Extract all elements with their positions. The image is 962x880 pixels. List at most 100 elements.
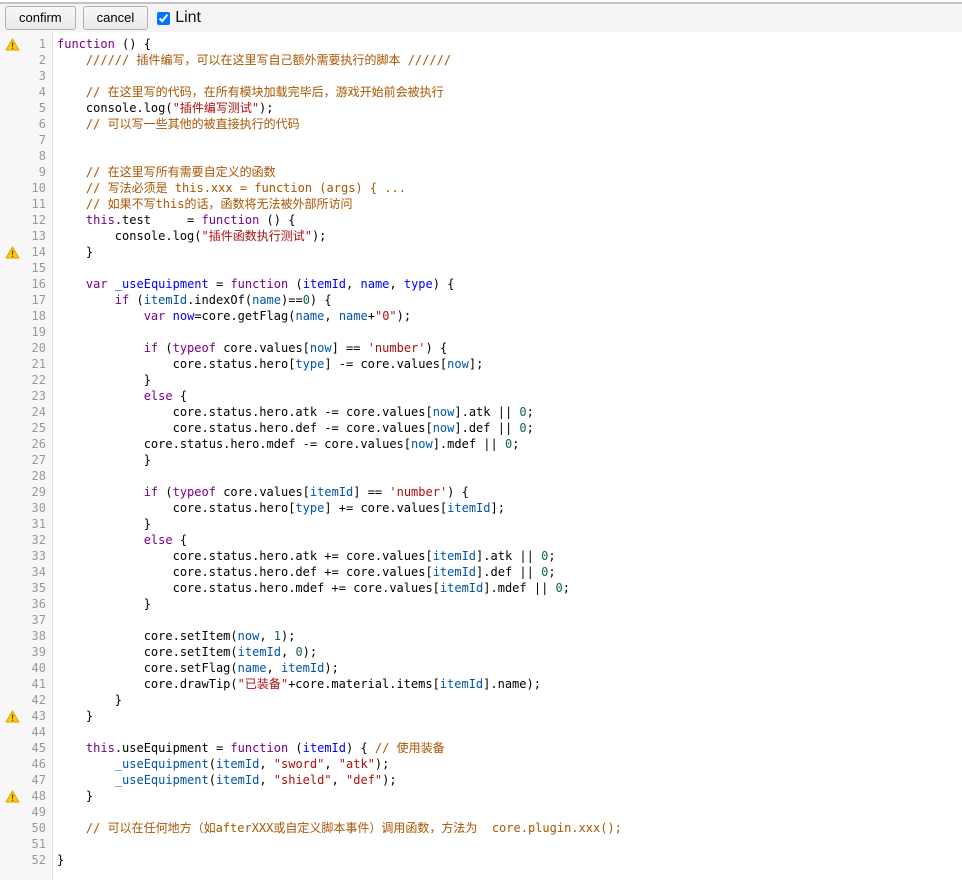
- code-line[interactable]: 37: [0, 612, 962, 628]
- code-line[interactable]: 31 }: [0, 516, 962, 532]
- code-line-text: }: [54, 516, 151, 532]
- warning-triangle-icon: !: [5, 790, 20, 803]
- line-number: 9: [22, 164, 54, 180]
- gutter-cell: !1: [0, 36, 54, 52]
- code-line[interactable]: 39 core.setItem(itemId, 0);: [0, 644, 962, 660]
- cancel-button[interactable]: cancel: [83, 6, 149, 30]
- code-line-text: var now=core.getFlag(name, name+"0");: [54, 308, 411, 324]
- code-line[interactable]: 34 core.status.hero.def += core.values[i…: [0, 564, 962, 580]
- code-line[interactable]: 19: [0, 324, 962, 340]
- code-line[interactable]: 10 // 写法必须是 this.xxx = function (args) {…: [0, 180, 962, 196]
- code-line-text: _useEquipment(itemId, "shield", "def");: [54, 772, 397, 788]
- code-line[interactable]: 26 core.status.hero.mdef -= core.values[…: [0, 436, 962, 452]
- svg-text:!: !: [11, 713, 14, 723]
- gutter-cell: 21: [0, 356, 54, 372]
- code-line-text: function () {: [54, 36, 151, 52]
- code-line[interactable]: 16 var _useEquipment = function (itemId,…: [0, 276, 962, 292]
- code-line[interactable]: 41 core.drawTip("已装备"+core.material.item…: [0, 676, 962, 692]
- line-number: 21: [22, 356, 54, 372]
- code-line[interactable]: 33 core.status.hero.atk += core.values[i…: [0, 548, 962, 564]
- gutter-cell: 39: [0, 644, 54, 660]
- gutter-cell: 17: [0, 292, 54, 308]
- line-number: 32: [22, 532, 54, 548]
- code-line[interactable]: 6 // 可以写一些其他的被直接执行的代码: [0, 116, 962, 132]
- code-line[interactable]: 46 _useEquipment(itemId, "sword", "atk")…: [0, 756, 962, 772]
- line-number: 2: [22, 52, 54, 68]
- gutter-cell: 13: [0, 228, 54, 244]
- code-line[interactable]: 4 // 在这里写的代码，在所有模块加载完毕后，游戏开始前会被执行: [0, 84, 962, 100]
- code-line[interactable]: 20 if (typeof core.values[now] == 'numbe…: [0, 340, 962, 356]
- code-line[interactable]: 8: [0, 148, 962, 164]
- code-line-text: var _useEquipment = function (itemId, na…: [54, 276, 454, 292]
- code-line[interactable]: 40 core.setFlag(name, itemId);: [0, 660, 962, 676]
- line-number: 47: [22, 772, 54, 788]
- code-line[interactable]: 29 if (typeof core.values[itemId] == 'nu…: [0, 484, 962, 500]
- code-line[interactable]: 45 this.useEquipment = function (itemId)…: [0, 740, 962, 756]
- code-line[interactable]: 15: [0, 260, 962, 276]
- code-line-text: }: [54, 596, 151, 612]
- gutter-cell: 33: [0, 548, 54, 564]
- code-line[interactable]: 32 else {: [0, 532, 962, 548]
- code-line-text: core.drawTip("已装备"+core.material.items[i…: [54, 676, 541, 692]
- gutter-cell: 31: [0, 516, 54, 532]
- gutter-cell: 20: [0, 340, 54, 356]
- code-line[interactable]: 13 console.log("插件函数执行测试");: [0, 228, 962, 244]
- code-line[interactable]: 18 var now=core.getFlag(name, name+"0");: [0, 308, 962, 324]
- lint-checkbox[interactable]: [157, 12, 170, 25]
- code-line-text: // 如果不写this的话，函数将无法被外部所访问: [54, 196, 352, 212]
- code-line[interactable]: !48 }: [0, 788, 962, 804]
- confirm-button[interactable]: confirm: [5, 6, 76, 30]
- code-line[interactable]: 24 core.status.hero.atk -= core.values[n…: [0, 404, 962, 420]
- lint-warning-icon[interactable]: !: [0, 790, 22, 803]
- code-line[interactable]: 38 core.setItem(now, 1);: [0, 628, 962, 644]
- gutter-cell: 49: [0, 804, 54, 820]
- lint-warning-icon[interactable]: !: [0, 38, 22, 51]
- code-line-text: if (typeof core.values[now] == 'number')…: [54, 340, 447, 356]
- code-line[interactable]: !43 }: [0, 708, 962, 724]
- line-number: 43: [22, 708, 54, 724]
- code-line[interactable]: 22 }: [0, 372, 962, 388]
- code-line[interactable]: 23 else {: [0, 388, 962, 404]
- code-line[interactable]: 11 // 如果不写this的话，函数将无法被外部所访问: [0, 196, 962, 212]
- code-line-text: core.setItem(itemId, 0);: [54, 644, 317, 660]
- lint-warning-icon[interactable]: !: [0, 710, 22, 723]
- code-line[interactable]: 42 }: [0, 692, 962, 708]
- code-line-text: if (itemId.indexOf(name)==0) {: [54, 292, 332, 308]
- code-line[interactable]: 47 _useEquipment(itemId, "shield", "def"…: [0, 772, 962, 788]
- line-number: 20: [22, 340, 54, 356]
- code-line[interactable]: !1function () {: [0, 36, 962, 52]
- lint-warning-icon[interactable]: !: [0, 246, 22, 259]
- code-line[interactable]: 27 }: [0, 452, 962, 468]
- code-line[interactable]: 25 core.status.hero.def -= core.values[n…: [0, 420, 962, 436]
- code-line[interactable]: 7: [0, 132, 962, 148]
- code-line-text: if (typeof core.values[itemId] == 'numbe…: [54, 484, 469, 500]
- code-line[interactable]: !14 }: [0, 244, 962, 260]
- code-line[interactable]: 35 core.status.hero.mdef += core.values[…: [0, 580, 962, 596]
- line-number: 11: [22, 196, 54, 212]
- code-line[interactable]: 17 if (itemId.indexOf(name)==0) {: [0, 292, 962, 308]
- gutter-cell: 50: [0, 820, 54, 836]
- line-number: 19: [22, 324, 54, 340]
- line-number: 13: [22, 228, 54, 244]
- warning-triangle-icon: !: [5, 710, 20, 723]
- code-line-text: // 写法必须是 this.xxx = function (args) { ..…: [54, 180, 406, 196]
- code-line[interactable]: 44: [0, 724, 962, 740]
- code-line[interactable]: 36 }: [0, 596, 962, 612]
- line-number: 50: [22, 820, 54, 836]
- code-line[interactable]: 28: [0, 468, 962, 484]
- code-line[interactable]: 5 console.log("插件编写测试");: [0, 100, 962, 116]
- gutter-cell: 27: [0, 452, 54, 468]
- code-line[interactable]: 3: [0, 68, 962, 84]
- code-line[interactable]: 52}: [0, 852, 962, 868]
- code-line[interactable]: 30 core.status.hero[type] += core.values…: [0, 500, 962, 516]
- code-line[interactable]: 21 core.status.hero[type] -= core.values…: [0, 356, 962, 372]
- code-line[interactable]: 50 // 可以在任何地方（如afterXXX或自定义脚本事件）调用函数，方法为…: [0, 820, 962, 836]
- code-line[interactable]: 9 // 在这里写所有需要自定义的函数: [0, 164, 962, 180]
- code-editor[interactable]: !1function () {2 ////// 插件编写，可以在这里写自己额外需…: [0, 32, 962, 880]
- code-line[interactable]: 12 this.test = function () {: [0, 212, 962, 228]
- code-line[interactable]: 51: [0, 836, 962, 852]
- gutter-cell: 8: [0, 148, 54, 164]
- code-line[interactable]: 49: [0, 804, 962, 820]
- code-line-text: core.setFlag(name, itemId);: [54, 660, 339, 676]
- code-line[interactable]: 2 ////// 插件编写，可以在这里写自己额外需要执行的脚本 //////: [0, 52, 962, 68]
